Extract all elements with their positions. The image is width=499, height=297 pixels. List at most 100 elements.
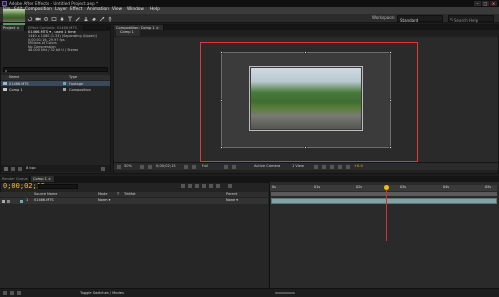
draft-3d-icon[interactable] bbox=[188, 184, 192, 188]
transform-handle[interactable] bbox=[304, 146, 307, 149]
menu-window[interactable]: Window bbox=[127, 8, 144, 13]
column-name[interactable]: Name bbox=[9, 75, 19, 80]
column-source-name[interactable]: Source Name bbox=[34, 192, 57, 197]
column-mode[interactable]: Mode bbox=[98, 192, 108, 197]
clone-stamp-tool-icon[interactable] bbox=[83, 16, 89, 22]
layer-list-empty-area bbox=[0, 204, 268, 297]
current-time-indicator-line[interactable] bbox=[386, 187, 387, 241]
frame-blending-icon[interactable] bbox=[202, 184, 206, 188]
transform-handle[interactable] bbox=[389, 146, 392, 149]
channel-icon[interactable] bbox=[192, 165, 196, 169]
view-layout-select[interactable]: 1 View bbox=[292, 164, 304, 169]
region-of-interest-icon[interactable] bbox=[224, 165, 228, 169]
layer-switches-icon[interactable] bbox=[3, 291, 7, 295]
eraser-tool-icon[interactable] bbox=[91, 16, 97, 22]
subtab-comp1[interactable]: Comp 1 bbox=[116, 30, 140, 36]
zoom-slider[interactable] bbox=[275, 292, 295, 294]
current-time-indicator-head[interactable] bbox=[384, 185, 389, 190]
tab-project[interactable]: Project × bbox=[1, 25, 25, 31]
audio-speaker-icon[interactable] bbox=[7, 199, 10, 203]
project-item-footage[interactable]: 01466.MTS Footage bbox=[1, 81, 110, 86]
menu-help[interactable]: Help bbox=[150, 8, 160, 13]
menu-view[interactable]: View bbox=[112, 8, 122, 13]
layer-parent-select[interactable]: None ▾ bbox=[226, 198, 238, 203]
transform-handle[interactable] bbox=[304, 51, 307, 54]
search-help-input[interactable]: Search Help bbox=[448, 15, 494, 23]
project-column-header: Name Type bbox=[1, 75, 110, 80]
new-composition-icon[interactable] bbox=[18, 166, 22, 171]
label-color-swatch[interactable] bbox=[63, 82, 66, 85]
column-parent[interactable]: Parent bbox=[226, 192, 237, 197]
layer-label-swatch[interactable] bbox=[20, 199, 23, 203]
motion-blur-icon[interactable] bbox=[209, 184, 213, 188]
new-folder-icon[interactable] bbox=[11, 166, 15, 171]
layer-duration-bar[interactable] bbox=[271, 198, 497, 204]
menu-layer[interactable]: Layer bbox=[55, 8, 67, 13]
workspace-label: Workspace: bbox=[372, 15, 396, 20]
pen-tool-icon[interactable] bbox=[59, 16, 65, 22]
roto-brush-tool-icon[interactable] bbox=[99, 16, 105, 22]
fast-previews-icon[interactable] bbox=[322, 165, 326, 169]
column-type[interactable]: Type bbox=[69, 75, 77, 80]
puppet-tool-icon[interactable] bbox=[107, 16, 113, 22]
toggle-switches-modes[interactable]: Toggle Switches / Modes bbox=[80, 291, 124, 296]
transform-handle[interactable] bbox=[389, 51, 392, 54]
window-title: Adobe After Effects - Untitled Project.a… bbox=[9, 0, 99, 6]
workspace-value: Standard bbox=[400, 17, 419, 23]
menu-animation[interactable]: Animation bbox=[87, 8, 109, 13]
flowchart-icon[interactable] bbox=[338, 165, 342, 169]
resolution-select[interactable]: Full bbox=[202, 164, 208, 169]
bpc-toggle[interactable]: 8 bpc bbox=[26, 166, 36, 171]
workspace-select[interactable]: Standard bbox=[397, 15, 443, 23]
rotate-tool-icon[interactable] bbox=[27, 16, 33, 22]
layer-name[interactable]: 01466.MTS bbox=[34, 198, 54, 203]
minimize-button[interactable]: – bbox=[474, 1, 481, 6]
brush-tool-icon[interactable] bbox=[75, 16, 81, 22]
transform-handle[interactable] bbox=[220, 99, 223, 102]
column-trkmat[interactable]: TrkMat bbox=[124, 192, 136, 197]
camera-select[interactable]: Active Camera bbox=[254, 164, 280, 169]
reset-exposure-icon[interactable] bbox=[346, 165, 350, 169]
zoom-level[interactable]: 50% bbox=[124, 164, 132, 169]
in-out-stretch-icon[interactable] bbox=[17, 291, 21, 295]
project-footer: 8 bpc bbox=[1, 165, 110, 172]
project-search-input[interactable]: ρ bbox=[3, 67, 108, 73]
menu-bar: File Edit Composition Layer Effect Anima… bbox=[0, 7, 499, 14]
rectangle-tool-icon[interactable] bbox=[51, 16, 57, 22]
snapshot-icon[interactable] bbox=[184, 165, 188, 169]
label-color-swatch[interactable] bbox=[63, 88, 66, 91]
brainstorm-icon[interactable] bbox=[216, 184, 220, 188]
ruler-tick-label: 02s bbox=[356, 185, 362, 189]
graph-editor-icon[interactable] bbox=[228, 184, 232, 188]
transfer-controls-icon[interactable] bbox=[10, 291, 14, 295]
exposure-value[interactable]: +0.0 bbox=[354, 164, 363, 169]
comp-timecode[interactable]: 0;00;02;15 bbox=[156, 164, 176, 169]
transform-handle[interactable] bbox=[389, 99, 392, 102]
pan-behind-tool-icon[interactable] bbox=[43, 16, 49, 22]
safe-zones-icon[interactable] bbox=[140, 165, 144, 169]
comp-mini-flowchart-icon[interactable] bbox=[181, 184, 185, 188]
visibility-eye-icon[interactable] bbox=[2, 199, 5, 203]
column-t[interactable]: T bbox=[117, 192, 119, 197]
magnification-icon[interactable] bbox=[117, 165, 121, 169]
layer-column-header: Source Name Mode T TrkMat Parent bbox=[0, 192, 268, 197]
close-button[interactable]: × bbox=[490, 1, 497, 6]
interpret-footage-icon[interactable] bbox=[4, 166, 8, 171]
layer-mode-select[interactable]: Norm ▾ bbox=[98, 198, 110, 203]
transparency-grid-icon[interactable] bbox=[232, 165, 236, 169]
trash-icon[interactable] bbox=[101, 166, 105, 171]
menu-effect[interactable]: Effect bbox=[70, 8, 82, 13]
transform-handle[interactable] bbox=[220, 146, 223, 149]
transform-handle[interactable] bbox=[220, 51, 223, 54]
pixel-aspect-icon[interactable] bbox=[314, 165, 318, 169]
type-tool-icon[interactable] bbox=[67, 16, 73, 22]
hide-shy-layers-icon[interactable] bbox=[195, 184, 199, 188]
mask-visibility-icon[interactable] bbox=[148, 165, 152, 169]
timeline-icon[interactable] bbox=[330, 165, 334, 169]
menu-composition[interactable]: Composition bbox=[25, 8, 52, 13]
maximize-button[interactable]: □ bbox=[482, 1, 489, 6]
work-area-bar[interactable] bbox=[271, 192, 497, 196]
project-item-comp[interactable]: Comp 1 Composition bbox=[1, 87, 110, 92]
timeline-search-input[interactable] bbox=[38, 184, 78, 189]
camera-tool-icon[interactable] bbox=[35, 16, 41, 22]
